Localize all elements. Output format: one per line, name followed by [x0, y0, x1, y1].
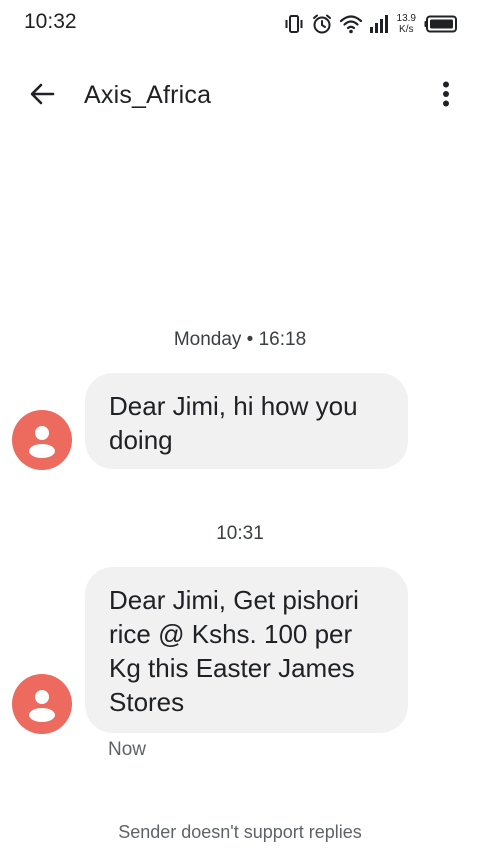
status-icons: 13.9 K/s: [283, 8, 458, 40]
arrow-left-icon: [28, 80, 56, 113]
net-speed-value: 13.9: [396, 13, 416, 24]
more-vert-icon: [442, 81, 450, 112]
avatar[interactable]: [12, 410, 72, 470]
app-bar: Axis_Africa: [0, 62, 480, 130]
message-text: Dear Jimi, hi how you doing: [109, 391, 358, 455]
signal-icon: [369, 13, 389, 35]
reply-unsupported-notice: Sender doesn't support replies: [118, 822, 362, 842]
back-button[interactable]: [20, 76, 64, 116]
more-options-button[interactable]: [432, 76, 460, 116]
avatar[interactable]: [12, 674, 72, 734]
vibrate-icon: [283, 13, 305, 35]
alarm-icon: [311, 13, 333, 35]
person-icon: [29, 426, 55, 458]
message-text: Dear Jimi, Get pishori rice @ Kshs. 100 …: [109, 585, 359, 717]
status-bar: 10:32 13.9 K/s: [0, 0, 480, 48]
message-bubble[interactable]: Dear Jimi, hi how you doing: [85, 373, 408, 469]
wifi-icon: [339, 13, 363, 35]
message-bubble[interactable]: Dear Jimi, Get pishori rice @ Kshs. 100 …: [85, 567, 408, 733]
status-time: 10:32: [24, 10, 77, 33]
message-status: Now: [108, 739, 147, 760]
net-speed-unit: K/s: [399, 24, 414, 35]
person-icon: [29, 690, 55, 722]
net-speed: 13.9 K/s: [397, 13, 416, 35]
timestamp-divider: Monday • 16:18: [173, 329, 307, 350]
conversation-title: Axis_Africa: [84, 81, 212, 109]
timestamp-divider: 10:31: [216, 523, 264, 544]
battery-icon: [424, 14, 458, 34]
